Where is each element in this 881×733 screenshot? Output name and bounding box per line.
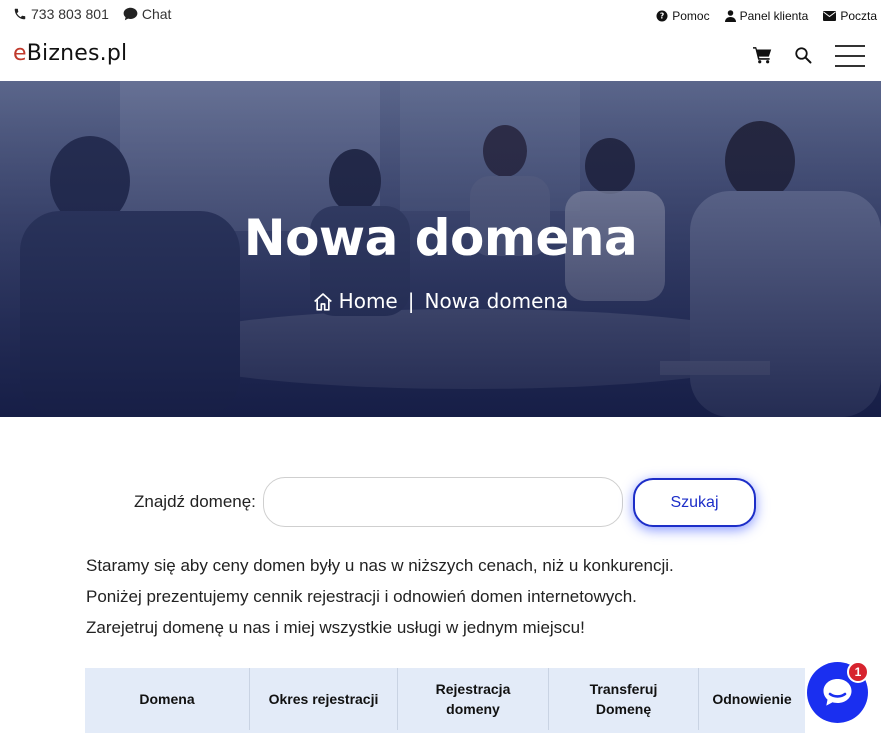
search-icon [795, 47, 812, 64]
hamburger-line [835, 65, 865, 67]
client-panel-link[interactable]: Panel klienta [724, 9, 809, 23]
hamburger-line [835, 45, 865, 47]
page-title: Nowa domena [243, 209, 638, 267]
logo-accent: e [13, 41, 27, 66]
user-icon [724, 10, 736, 22]
logo-text: Biznes.pl [26, 41, 128, 66]
search-domain-button[interactable]: Szukaj [633, 478, 756, 527]
hamburger-menu-icon[interactable] [835, 45, 865, 67]
phone-number: 733 803 801 [31, 6, 109, 22]
table-header-renewal: Odnowienie [712, 691, 792, 707]
search-button[interactable] [794, 46, 812, 69]
domain-search-input[interactable] [263, 477, 623, 527]
hero-banner: Nowa domena Home | Nowa domena [0, 81, 881, 417]
hamburger-line [835, 55, 865, 57]
cart-icon [753, 47, 772, 64]
table-header-registration: Rejestracja domeny [398, 668, 549, 730]
domain-search-form: Znajdź domenę: Szukaj [0, 477, 881, 527]
table-header-domain: Domena [85, 668, 250, 730]
description-line: Poniżej prezentujemy cennik rejestracji … [86, 587, 637, 606]
mail-link-label: Poczta [840, 9, 877, 23]
question-circle-icon: ? [656, 10, 668, 22]
envelope-icon [823, 11, 837, 21]
table-header-transfer: Transferuj Domenę [549, 668, 699, 730]
table-header-period: Okres rejestracji [250, 668, 398, 730]
mail-link[interactable]: Poczta [823, 9, 877, 23]
site-header: eBiznes.pl [0, 32, 881, 81]
breadcrumb-home-link[interactable]: Home [339, 289, 398, 313]
chat-link[interactable]: Chat [123, 6, 172, 22]
domain-search-label: Znajdź domenę: [134, 492, 256, 511]
breadcrumb-separator: | [407, 289, 415, 313]
contact-links: 733 803 801 Chat [13, 6, 185, 22]
description-text: Staramy się aby ceny domen były u nas w … [86, 550, 674, 643]
chat-link-label: Chat [141, 6, 172, 22]
breadcrumb: Home | Nowa domena [0, 289, 881, 313]
domain-price-table: Domena Okres rejestracji Rejestracja dom… [85, 668, 805, 733]
home-icon [313, 292, 332, 311]
help-link[interactable]: ? Pomoc [656, 9, 710, 23]
account-links: ? Pomoc Panel klienta Poczta [641, 9, 877, 23]
help-link-label: Pomoc [672, 9, 710, 23]
chat-notification-badge: 1 [847, 661, 869, 683]
description-line: Staramy się aby ceny domen były u nas w … [86, 556, 674, 575]
cart-button[interactable] [753, 46, 772, 69]
client-panel-label: Panel klienta [739, 9, 809, 23]
logo[interactable]: eBiznes.pl [13, 41, 127, 66]
breadcrumb-current: Nowa domena [424, 289, 569, 313]
svg-text:?: ? [660, 12, 664, 21]
chat-icon [123, 7, 138, 21]
phone-link[interactable]: 733 803 801 [13, 6, 109, 22]
top-utility-bar: 733 803 801 Chat ? Pomoc Panel klienta P… [0, 0, 881, 32]
phone-icon [14, 8, 26, 20]
description-line: Zarejetruj domenę u nas i miej wszystkie… [86, 618, 585, 637]
